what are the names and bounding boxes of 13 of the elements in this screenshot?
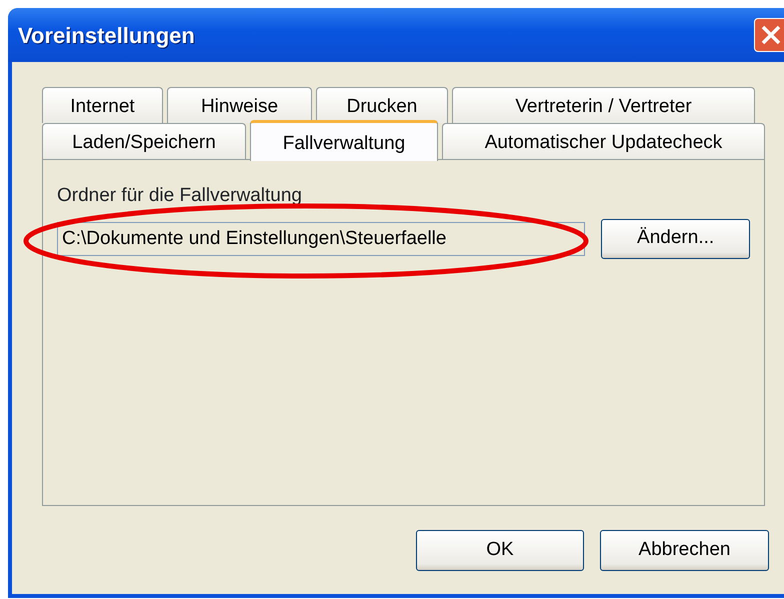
tab[interactable]: Fallverwaltung [250, 120, 438, 161]
folder-path-field[interactable]: C:\Dokumente und Einstellungen\Steuerfaelle [57, 222, 586, 256]
change-button[interactable]: Ändern... [601, 218, 750, 258]
tab[interactable]: Drucken [316, 87, 448, 123]
ok-button[interactable]: OK [416, 530, 584, 571]
tab[interactable]: Automatischer Updatecheck [442, 123, 765, 159]
tab[interactable]: Internet [42, 87, 163, 123]
cancel-button[interactable]: Abbrechen [600, 530, 769, 571]
tab[interactable]: Hinweise [167, 87, 312, 123]
window-title: Voreinstellungen [18, 22, 195, 50]
tab[interactable]: Laden/Speichern [42, 123, 246, 159]
folder-label: Ordner für die Fallverwaltung [57, 184, 303, 208]
tab[interactable]: Vertreterin / Vertreter [452, 87, 755, 123]
